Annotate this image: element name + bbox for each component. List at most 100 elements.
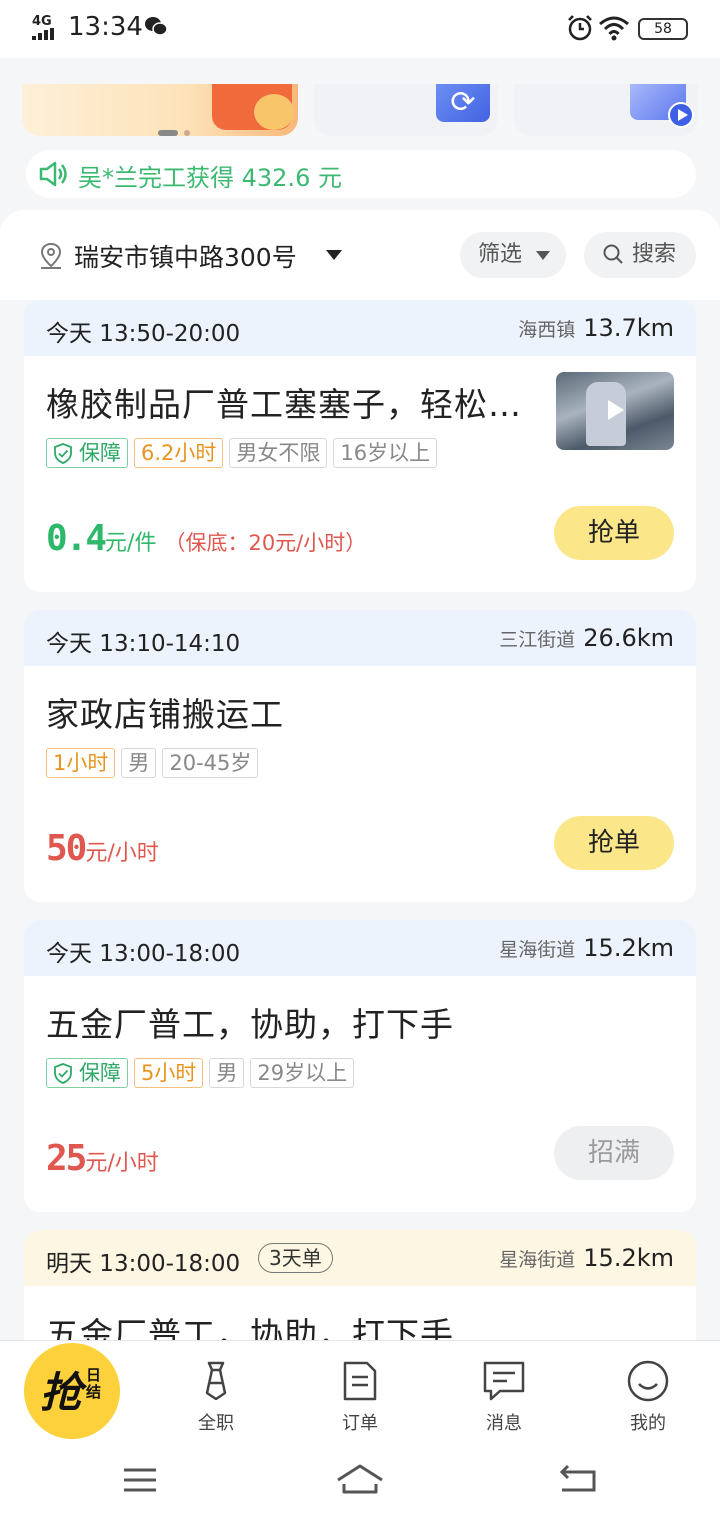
- guarantee-tag: 保障: [46, 1058, 128, 1088]
- job-card-header: 今天 13:10-14:10 三江街道 26.6km: [24, 610, 696, 666]
- promo-banner-video[interactable]: [514, 84, 698, 136]
- smile-face-icon: [627, 1360, 669, 1402]
- carousel-dots: [158, 122, 196, 136]
- job-card[interactable]: 今天 13:50-20:00 海西镇 13.7km 橡胶制品厂普工塞塞子，轻松简单…: [24, 300, 696, 592]
- job-distance-value: 13.7km: [583, 314, 674, 342]
- location-address: 瑞安市镇中路300号: [74, 243, 297, 272]
- job-card[interactable]: 今天 13:10-14:10 三江街道 26.6km 家政店铺搬运工 1小时男 20…: [24, 610, 696, 902]
- job-area: 三江街道: [499, 629, 576, 651]
- job-time: 明天 13:00-18:00: [46, 1251, 241, 1277]
- tab-orders[interactable]: 订单: [310, 1357, 410, 1435]
- refresh-icon: ⟳: [436, 84, 490, 122]
- status-bar: 4G 13:34 58: [0, 0, 720, 58]
- job-title: 五金厂普工，协助，打下手: [46, 1005, 454, 1044]
- job-card[interactable]: 今天 13:00-18:00 星海街道 15.2km 五金厂普工，协助，打下手 保…: [24, 920, 696, 1212]
- status-time: 13:34: [68, 12, 143, 42]
- grab-tab-sublabel: 日结: [86, 1366, 102, 1401]
- price-unit: 元/小时: [85, 1151, 159, 1176]
- job-time: 今天 13:50-20:00: [46, 321, 241, 347]
- full-status-button[interactable]: 招满: [554, 1126, 674, 1180]
- tab-mine[interactable]: 我的: [598, 1357, 698, 1435]
- bottom-nav: 抢 日结 全职 订单 消息 我的: [0, 1340, 720, 1440]
- chevron-down-icon: [326, 250, 342, 260]
- tab-fulltime-label: 全职: [198, 1413, 234, 1434]
- job-price: 50元/小时: [46, 828, 159, 869]
- job-card[interactable]: 明天 13:00-18:00 3天单 星海街道 15.2km 五金厂普工，协助，打…: [24, 1230, 696, 1340]
- price-number: 0.4: [46, 518, 107, 559]
- notice-text: 吴*兰完工获得 432.6 元: [78, 164, 342, 192]
- job-list-panel: 瑞安市镇中路300号 筛选 搜索 今天 13:50-20:00 海西镇 13.7k…: [0, 210, 720, 1340]
- hours-tag: 5小时: [134, 1058, 204, 1088]
- filter-button[interactable]: 筛选: [460, 232, 566, 278]
- grab-order-button[interactable]: 抢单: [554, 816, 674, 870]
- grab-order-button[interactable]: 抢单: [554, 506, 674, 560]
- job-price: 25元/小时: [46, 1138, 159, 1179]
- grab-tab-label: 抢: [40, 1368, 83, 1417]
- signal-icon: [32, 28, 60, 40]
- multi-day-badge: 3天单: [258, 1243, 333, 1273]
- tab-mine-label: 我的: [630, 1413, 666, 1434]
- back-icon[interactable]: [548, 1460, 608, 1500]
- hours-tag: 1小时: [46, 748, 116, 778]
- tab-grab-daily[interactable]: 抢 日结: [24, 1343, 120, 1439]
- job-area: 星海街道: [499, 939, 576, 961]
- job-tags: 1小时男 20-45岁: [46, 748, 264, 778]
- price-minimum: （保底：20元/小时）: [164, 531, 367, 555]
- job-time: 今天 13:10-14:10: [46, 631, 241, 657]
- job-distance: 星海街道 15.2km: [499, 934, 674, 962]
- tab-messages[interactable]: 消息: [454, 1357, 554, 1435]
- tab-fulltime[interactable]: 全职: [166, 1357, 266, 1435]
- job-title: 家政店铺搬运工: [46, 695, 284, 734]
- speaker-icon: [39, 161, 67, 187]
- job-distance: 星海街道 15.2km: [499, 1244, 674, 1272]
- wechat-icon: [145, 17, 168, 36]
- filter-label: 筛选: [478, 242, 523, 267]
- promo-banner-main[interactable]: [22, 84, 298, 136]
- home-icon[interactable]: [330, 1460, 390, 1500]
- menu-icon[interactable]: [110, 1460, 170, 1500]
- job-distance-value: 15.2km: [583, 1244, 674, 1272]
- job-tags: 保障 6.2小时 男女不限 16岁以上: [46, 438, 443, 468]
- job-card-header: 今天 13:50-20:00 海西镇 13.7km: [24, 300, 696, 356]
- shield-check-icon: [54, 443, 72, 464]
- age-tag: 29岁以上: [250, 1058, 355, 1088]
- job-video-thumbnail[interactable]: [556, 372, 674, 450]
- job-distance-value: 15.2km: [583, 934, 674, 962]
- price-unit: 元/件: [105, 531, 157, 556]
- coin-icon: [254, 94, 294, 130]
- play-icon: [608, 400, 624, 420]
- earnings-notice: 吴*兰完工获得 432.6 元: [26, 150, 696, 198]
- gender-tag: 男女不限: [229, 438, 328, 468]
- job-tags: 保障 5小时男 29岁以上: [46, 1058, 360, 1088]
- job-price: 0.4元/件 （保底：20元/小时）: [46, 518, 366, 559]
- document-icon: [343, 1361, 377, 1401]
- price-unit: 元/小时: [85, 841, 159, 866]
- system-nav-bar: [0, 1440, 720, 1520]
- guarantee-tag: 保障: [46, 438, 128, 468]
- job-area: 星海街道: [499, 1249, 576, 1271]
- job-distance: 三江街道 26.6km: [499, 624, 674, 652]
- filter-caret-icon: [536, 251, 550, 260]
- job-distance-value: 26.6km: [583, 624, 674, 652]
- play-icon: [668, 102, 694, 128]
- tab-messages-label: 消息: [486, 1413, 522, 1434]
- search-button[interactable]: 搜索: [584, 232, 696, 278]
- network-indicator: 4G: [32, 14, 52, 29]
- search-icon: [603, 244, 623, 264]
- promo-banner-refresh[interactable]: ⟳: [314, 84, 498, 136]
- job-card-header: 今天 13:00-18:00 星海街道 15.2km: [24, 920, 696, 976]
- promo-banner-row: ⟳: [0, 84, 720, 138]
- search-label: 搜索: [632, 242, 677, 267]
- gender-tag: 男: [209, 1058, 245, 1088]
- price-number: 25: [46, 1138, 87, 1179]
- price-number: 50: [46, 828, 87, 869]
- message-icon: [483, 1361, 525, 1401]
- job-time: 今天 13:00-18:00: [46, 941, 241, 967]
- wifi-icon: [599, 16, 629, 41]
- job-card-header: 明天 13:00-18:00 3天单 星海街道 15.2km: [24, 1230, 696, 1286]
- job-title: 橡胶制品厂普工塞塞子，轻松简单: [46, 385, 550, 424]
- age-tag: 20-45岁: [162, 748, 259, 778]
- gender-tag: 男: [121, 748, 157, 778]
- battery-indicator: 58: [638, 18, 688, 40]
- age-tag: 16岁以上: [333, 438, 438, 468]
